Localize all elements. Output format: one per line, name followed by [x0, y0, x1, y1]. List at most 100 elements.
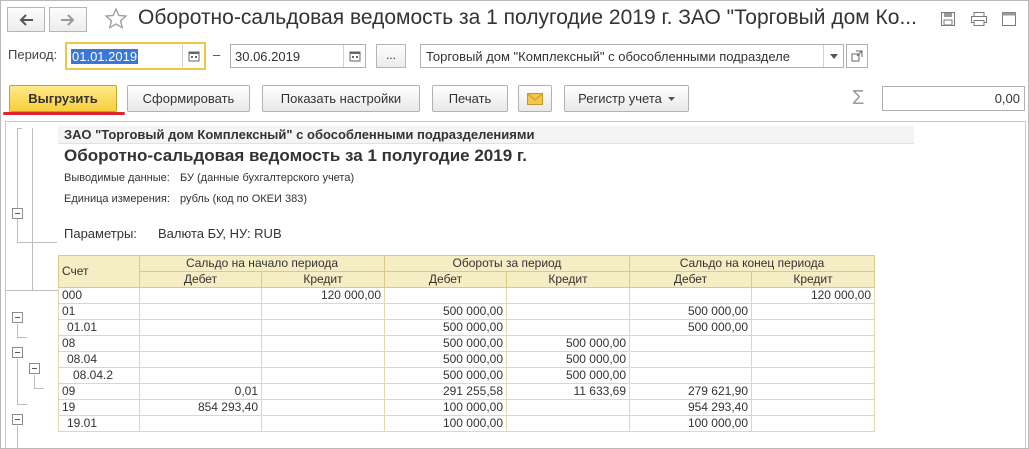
- amount-cell[interactable]: 500 000,00: [506, 367, 630, 384]
- favorite-star-button[interactable]: [104, 7, 128, 31]
- amount-cell[interactable]: [751, 319, 875, 336]
- amount-cell[interactable]: [751, 383, 875, 400]
- table-row[interactable]: 08.04.2 500 000,00 500 000,00: [58, 367, 875, 384]
- period-select-button[interactable]: ...: [376, 44, 406, 68]
- account-cell[interactable]: 08.04.2: [58, 367, 140, 384]
- fullscreen-button[interactable]: [999, 9, 1019, 29]
- amount-cell[interactable]: 500 000,00: [384, 303, 507, 320]
- table-row[interactable]: 01 500 000,00 500 000,00: [58, 303, 875, 320]
- amount-cell[interactable]: [751, 303, 875, 320]
- amount-cell[interactable]: [139, 319, 262, 336]
- table-row[interactable]: 19.01 100 000,00 100 000,00: [58, 415, 875, 432]
- dropdown-arrow-icon: [829, 53, 838, 59]
- amount-cell[interactable]: [506, 319, 630, 336]
- organization-dropdown-button[interactable]: [823, 45, 843, 67]
- amount-cell[interactable]: 120 000,00: [751, 287, 875, 304]
- amount-cell[interactable]: [506, 399, 630, 416]
- amount-cell[interactable]: [629, 351, 752, 368]
- amount-cell[interactable]: 500 000,00: [384, 335, 507, 352]
- amount-cell[interactable]: 500 000,00: [384, 351, 507, 368]
- amount-cell[interactable]: [261, 351, 385, 368]
- table-row[interactable]: 09 0,01 291 255,58 11 633,69 279 621,90: [58, 383, 875, 400]
- print-report-button[interactable]: Печать: [432, 85, 508, 112]
- amount-cell[interactable]: [751, 367, 875, 384]
- collapse-icon[interactable]: [12, 208, 23, 219]
- amount-cell[interactable]: [139, 367, 262, 384]
- account-cell[interactable]: 08.04: [58, 351, 140, 368]
- collapse-icon[interactable]: [12, 312, 23, 323]
- amount-cell[interactable]: [751, 399, 875, 416]
- amount-cell[interactable]: [751, 351, 875, 368]
- collapse-icon[interactable]: [29, 363, 40, 374]
- account-cell[interactable]: 01.01: [58, 319, 140, 336]
- amount-cell[interactable]: 291 255,58: [384, 383, 507, 400]
- amount-cell[interactable]: [629, 367, 752, 384]
- amount-cell[interactable]: [261, 367, 385, 384]
- amount-cell[interactable]: [261, 303, 385, 320]
- amount-cell[interactable]: 0,01: [139, 383, 262, 400]
- account-cell[interactable]: 000: [58, 287, 140, 304]
- table-row[interactable]: 08.04 500 000,00 500 000,00: [58, 351, 875, 368]
- period-start-calendar-button[interactable]: [182, 45, 204, 67]
- account-cell[interactable]: 09: [58, 383, 140, 400]
- forward-button[interactable]: [49, 7, 87, 32]
- table-row[interactable]: 01.01 500 000,00 500 000,00: [58, 319, 875, 336]
- amount-cell[interactable]: [384, 287, 507, 304]
- amount-cell[interactable]: 954 293,40: [629, 399, 752, 416]
- save-button[interactable]: [938, 9, 958, 29]
- amount-cell[interactable]: [506, 287, 630, 304]
- amount-cell[interactable]: 11 633,69: [506, 383, 630, 400]
- amount-cell[interactable]: [751, 335, 875, 352]
- period-end-field[interactable]: 30.06.2019: [230, 44, 366, 68]
- table-row[interactable]: 000 120 000,00 120 000,00: [58, 287, 875, 304]
- amount-cell[interactable]: 500 000,00: [506, 335, 630, 352]
- amount-cell[interactable]: [261, 383, 385, 400]
- amount-cell[interactable]: 100 000,00: [629, 415, 752, 432]
- amount-cell[interactable]: 500 000,00: [384, 367, 507, 384]
- organization-select[interactable]: Торговый дом "Комплексный" с обособленны…: [420, 44, 844, 68]
- amount-cell[interactable]: 500 000,00: [506, 351, 630, 368]
- amount-cell[interactable]: 500 000,00: [629, 319, 752, 336]
- collapse-icon[interactable]: [12, 414, 23, 425]
- amount-cell[interactable]: 120 000,00: [261, 287, 385, 304]
- amount-cell[interactable]: 500 000,00: [629, 303, 752, 320]
- amount-cell[interactable]: [139, 287, 262, 304]
- amount-cell[interactable]: [506, 303, 630, 320]
- amount-cell[interactable]: [139, 335, 262, 352]
- amount-cell[interactable]: [139, 415, 262, 432]
- amount-cell[interactable]: 100 000,00: [384, 415, 507, 432]
- period-end-calendar-button[interactable]: [343, 45, 365, 67]
- amount-cell[interactable]: 100 000,00: [384, 399, 507, 416]
- account-cell[interactable]: 19: [58, 399, 140, 416]
- amount-cell[interactable]: 854 293,40: [139, 399, 262, 416]
- amount-cell[interactable]: [261, 335, 385, 352]
- account-cell[interactable]: 01: [58, 303, 140, 320]
- table-row[interactable]: 08 500 000,00 500 000,00: [58, 335, 875, 352]
- amount-cell[interactable]: 279 621,90: [629, 383, 752, 400]
- report-area[interactable]: ЗАО "Торговый дом Комплексный" с обособл…: [5, 121, 1026, 448]
- back-button[interactable]: [7, 7, 45, 32]
- registry-button[interactable]: Регистр учета: [564, 85, 689, 112]
- generate-button[interactable]: Сформировать: [127, 85, 250, 112]
- show-settings-button[interactable]: Показать настройки: [262, 85, 420, 112]
- period-start-field[interactable]: 01.01.2019: [65, 42, 206, 70]
- send-email-button[interactable]: [518, 85, 552, 112]
- account-cell[interactable]: 19.01: [58, 415, 140, 432]
- collapse-icon[interactable]: [12, 347, 23, 358]
- amount-cell[interactable]: [751, 415, 875, 432]
- amount-cell[interactable]: [629, 287, 752, 304]
- title-bar: Оборотно-сальдовая ведомость за 1 полуго…: [1, 1, 1028, 37]
- amount-cell[interactable]: [261, 415, 385, 432]
- table-row[interactable]: 19 854 293,40 100 000,00 954 293,40: [58, 399, 875, 416]
- print-button[interactable]: [969, 9, 989, 29]
- organization-open-button[interactable]: [846, 44, 868, 68]
- amount-cell[interactable]: [506, 415, 630, 432]
- amount-cell[interactable]: [261, 319, 385, 336]
- export-button[interactable]: Выгрузить: [9, 85, 117, 112]
- account-cell[interactable]: 08: [58, 335, 140, 352]
- amount-cell[interactable]: [139, 351, 262, 368]
- amount-cell[interactable]: 500 000,00: [384, 319, 507, 336]
- amount-cell[interactable]: [629, 335, 752, 352]
- amount-cell[interactable]: [261, 399, 385, 416]
- amount-cell[interactable]: [139, 303, 262, 320]
